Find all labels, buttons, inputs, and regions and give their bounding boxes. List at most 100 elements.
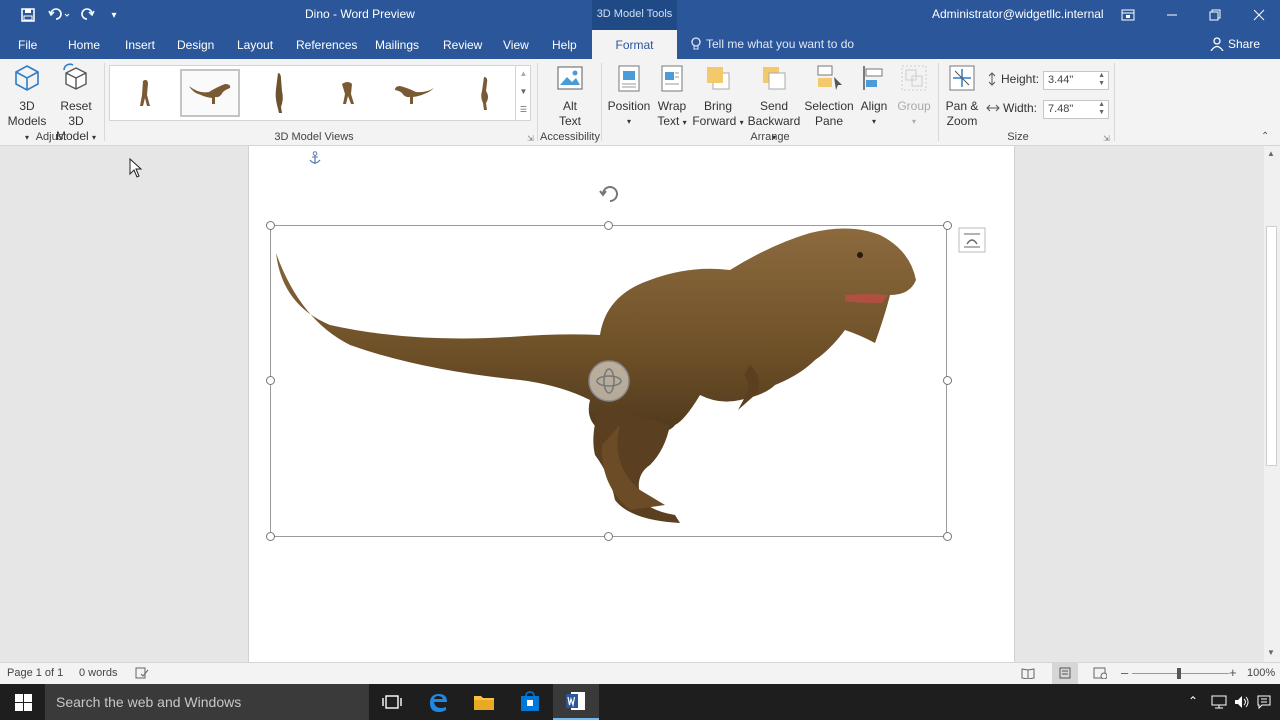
volume-icon[interactable] [1234,694,1250,710]
tab-home[interactable]: Home [68,38,100,52]
gallery-down-icon[interactable]: ▼ [516,83,531,101]
views-dialog-launcher-icon[interactable]: ⇲ [527,134,534,143]
scrollbar-thumb[interactable] [1266,226,1277,466]
zoom-slider-thumb[interactable] [1177,668,1181,679]
group-separator [104,63,105,141]
show-hidden-icons-icon[interactable]: ⌃ [1188,694,1198,708]
view-thumbnail-top[interactable] [453,69,513,117]
action-center-icon[interactable] [1256,694,1272,710]
redo-icon[interactable] [78,5,98,25]
resize-handle-w[interactable] [266,376,275,385]
scroll-up-icon[interactable]: ▲ [1267,149,1275,158]
height-input[interactable]: 3.44" ▲ ▼ [1043,71,1109,90]
mouse-pointer-icon [129,158,143,178]
store-button[interactable] [507,684,553,720]
ribbon-tab-bar: File Home Insert Design Layout Reference… [0,30,1280,59]
tab-design[interactable]: Design [177,38,214,52]
taskbar-search-box[interactable]: Search the web and Windows [45,684,369,720]
edge-button[interactable] [415,684,461,720]
width-label: Width: [986,101,1037,115]
read-mode-icon[interactable] [1021,667,1035,679]
tab-references[interactable]: References [296,38,357,52]
layout-options-icon[interactable] [958,227,986,253]
windows-logo-icon [14,693,32,711]
close-icon[interactable] [1236,0,1280,30]
resize-handle-e[interactable] [943,376,952,385]
zoom-level[interactable]: 100% [1247,667,1275,679]
file-explorer-button[interactable] [461,684,507,720]
align-label: Align [860,99,888,113]
lightbulb-icon [691,37,701,50]
bring-label-2: Forward ▾ [692,114,744,128]
print-layout-button[interactable] [1052,663,1078,684]
print-layout-icon [1059,667,1071,679]
tab-view[interactable]: View [503,38,529,52]
view-thumbnail-quarter[interactable] [317,69,377,117]
cube-icon [15,65,39,91]
group-label: Group [897,99,931,113]
resize-handle-se[interactable] [943,532,952,541]
bring-forward-button[interactable]: Bring Forward ▾ [692,63,744,130]
user-account[interactable]: Administrator@widgetllc.internal [932,7,1104,21]
task-view-button[interactable] [369,684,415,720]
view-thumbnail-left[interactable] [384,69,444,117]
page-count[interactable]: Page 1 of 1 [7,667,63,679]
scroll-down-icon[interactable]: ▼ [1267,648,1275,657]
proofing-icon[interactable] [135,667,149,679]
tab-review[interactable]: Review [443,38,482,52]
undo-icon[interactable] [46,5,72,25]
document-title: Dino - Word Preview [305,7,415,21]
position-label: Position [607,99,651,113]
tab-layout[interactable]: Layout [237,38,273,52]
network-icon[interactable] [1210,694,1228,710]
selection-pane-button[interactable]: Selection Pane [804,63,854,129]
pan-zoom-button[interactable]: Pan & Zoom [942,63,982,129]
gallery-scrollbar[interactable]: ▲ ▼ ☰ [515,65,531,121]
3d-rotate-control-icon[interactable] [587,359,631,403]
restore-icon[interactable] [1192,0,1238,30]
reset-label-1: Reset 3D [60,99,92,128]
zoom-in-icon[interactable]: + [1229,665,1237,680]
resize-handle-n[interactable] [604,221,613,230]
wrap-text-button[interactable]: Wrap Text ▾ [652,63,692,130]
anchor-icon[interactable] [309,151,321,165]
title-bar: ▾ Dino - Word Preview 3D Model Tools Adm… [0,0,1280,30]
rotate-handle-icon[interactable] [598,182,622,206]
minimize-icon[interactable] [1149,0,1195,30]
resize-handle-ne[interactable] [943,221,952,230]
resize-handle-s[interactable] [604,532,613,541]
ribbon-display-options-icon[interactable] [1105,0,1151,30]
vertical-scrollbar[interactable]: ▲ ▼ [1264,146,1280,662]
word-count[interactable]: 0 words [79,667,118,679]
save-icon[interactable] [18,5,38,25]
tab-insert[interactable]: Insert [125,38,155,52]
view-thumbnail-front[interactable] [115,69,175,117]
zoom-out-icon[interactable]: – [1121,665,1128,680]
size-dialog-launcher-icon[interactable]: ⇲ [1103,134,1110,143]
tab-help[interactable]: Help [552,38,577,52]
collapse-ribbon-icon[interactable]: ⌃ [1261,131,1269,142]
gallery-more-icon[interactable]: ☰ [516,101,531,119]
tab-file[interactable]: File [18,38,37,52]
align-button[interactable]: Align ▾ [856,63,892,129]
web-layout-icon[interactable] [1093,667,1107,679]
start-button[interactable] [0,684,46,720]
width-spinner-icon[interactable]: ▲ ▼ [1098,101,1105,117]
tab-mailings[interactable]: Mailings [375,38,419,52]
windows-taskbar: Search the web and Windows ⌃ [0,684,1280,720]
gallery-up-icon[interactable]: ▲ [516,65,531,83]
tab-format[interactable]: Format [592,30,677,59]
share-button[interactable]: Share [1210,37,1260,51]
width-input[interactable]: 7.48" ▲ ▼ [1043,100,1109,119]
alt-text-button[interactable]: Alt Text [549,63,591,129]
resize-handle-nw[interactable] [266,221,275,230]
tell-me-search[interactable]: Tell me what you want to do [690,37,854,51]
group-button[interactable]: Group ▾ [894,63,934,129]
resize-handle-sw[interactable] [266,532,275,541]
height-spinner-icon[interactable]: ▲ ▼ [1098,72,1105,88]
word-taskbar-button[interactable] [553,684,599,720]
view-thumbnail-back[interactable] [249,69,309,117]
customize-qat-icon[interactable]: ▾ [106,5,122,25]
view-thumbnail-side[interactable] [180,69,240,117]
position-button[interactable]: Position ▾ [606,63,652,129]
